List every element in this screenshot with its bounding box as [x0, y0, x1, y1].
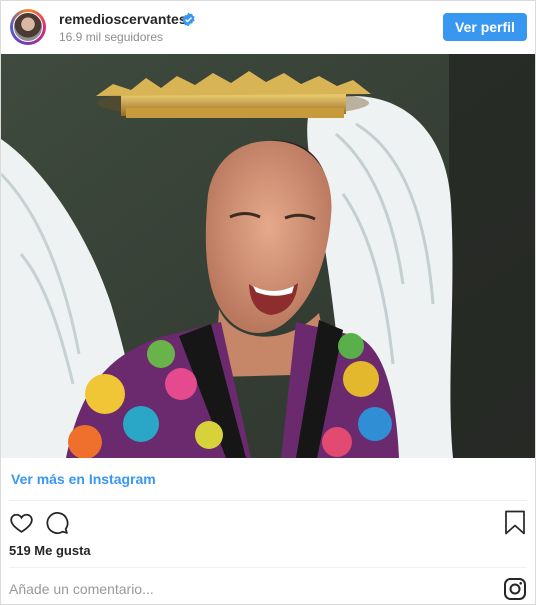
divider	[9, 567, 527, 568]
post-header: remedioscervantes 16.9 mil seguidores Ve…	[1, 1, 535, 53]
divider	[9, 500, 527, 501]
avatar[interactable]	[10, 9, 46, 45]
instagram-icon[interactable]	[503, 577, 527, 601]
comment-icon[interactable]	[44, 510, 69, 535]
view-more-on-instagram-link[interactable]: Ver más en Instagram	[11, 471, 156, 487]
heart-icon[interactable]	[9, 510, 34, 535]
view-profile-button[interactable]: Ver perfil	[443, 13, 527, 41]
username[interactable]: remedioscervantes	[59, 11, 187, 27]
follower-count: 16.9 mil seguidores	[59, 30, 164, 44]
instagram-embed-card: remedioscervantes 16.9 mil seguidores Ve…	[0, 0, 536, 605]
avatar-photo	[13, 12, 43, 42]
comment-input[interactable]	[9, 579, 469, 599]
bookmark-icon[interactable]	[504, 510, 526, 535]
post-image	[1, 54, 535, 458]
post-photo[interactable]	[1, 54, 535, 458]
verified-badge-icon	[182, 12, 195, 27]
like-count[interactable]: 519 Me gusta	[9, 543, 91, 558]
